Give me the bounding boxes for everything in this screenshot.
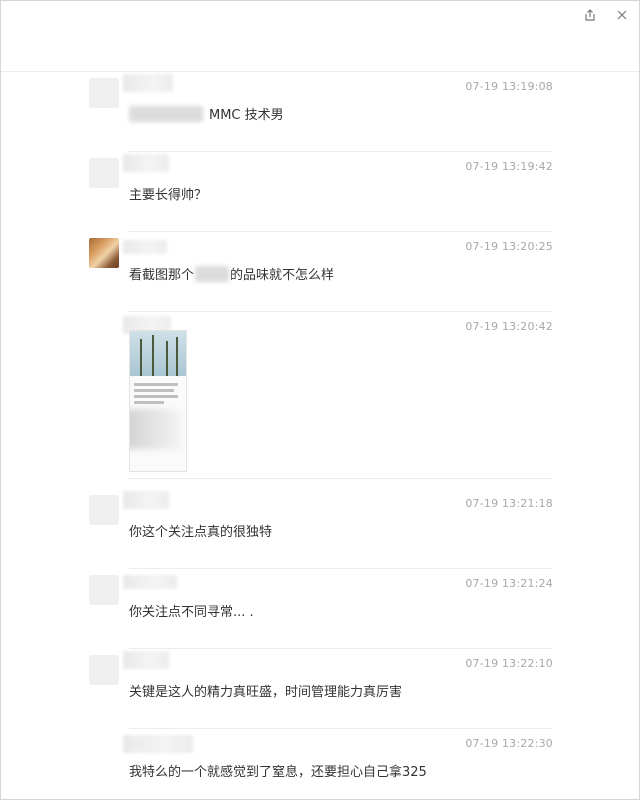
chat-history-window: 07-19 13:19:08 MMC 技术男 07-19 13:19:42 主要… xyxy=(0,0,640,800)
sender-name-redacted xyxy=(123,575,177,589)
sender-name-redacted xyxy=(123,735,193,753)
thumbnail-palm xyxy=(140,339,142,376)
message-item: 07-19 13:21:24 你关注点不同寻常... . xyxy=(1,569,639,649)
message-time: 07-19 13:21:24 xyxy=(465,577,553,590)
message-item: 07-19 13:19:08 MMC 技术男 xyxy=(1,72,639,152)
title-bar xyxy=(1,1,639,72)
thumbnail-palm xyxy=(152,335,154,376)
avatar[interactable] xyxy=(89,575,119,605)
message-text: 你关注点不同寻常... . xyxy=(129,605,254,620)
thumbnail-line xyxy=(134,401,164,404)
thumbnail-redaction xyxy=(130,409,180,449)
thumbnail-palm xyxy=(176,337,178,376)
thumbnail-line xyxy=(134,395,178,398)
share-out-icon[interactable] xyxy=(582,7,598,23)
divider xyxy=(129,478,553,479)
close-icon[interactable] xyxy=(614,7,630,23)
message-text: 看截图那个 的品味就不怎么样 xyxy=(129,264,334,283)
thumbnail-line xyxy=(134,383,178,386)
message-item: 07-19 13:19:42 主要长得帅？ xyxy=(1,152,639,232)
message-time: 07-19 13:20:42 xyxy=(465,320,553,333)
message-time: 07-19 13:22:30 xyxy=(465,737,553,750)
sender-name-redacted xyxy=(123,651,169,669)
sender-name-redacted xyxy=(123,154,169,172)
message-text-part: 看截图那个 xyxy=(129,268,195,283)
message-time: 07-19 13:22:10 xyxy=(465,657,553,670)
message-time: 07-19 13:19:08 xyxy=(465,80,553,93)
message-item: 07-19 13:21:18 你这个关注点真的很独特 xyxy=(1,489,639,569)
avatar[interactable] xyxy=(89,495,119,525)
message-text: 主要长得帅？ xyxy=(129,188,208,203)
thumbnail-line xyxy=(134,389,174,392)
thumbnail-palm xyxy=(166,341,168,376)
message-time: 07-19 13:20:25 xyxy=(465,240,553,253)
message-time: 07-19 13:21:18 xyxy=(465,497,553,510)
avatar[interactable] xyxy=(89,78,119,108)
message-text: MMC 技术男 xyxy=(129,104,284,123)
message-item: 07-19 13:20:42 xyxy=(1,312,639,479)
message-text-part: 的品味就不怎么样 xyxy=(230,268,335,283)
avatar[interactable] xyxy=(89,238,119,268)
message-text: 你这个关注点真的很独特 xyxy=(129,525,273,540)
image-thumbnail[interactable] xyxy=(129,330,187,472)
redacted-text xyxy=(195,265,230,282)
avatar[interactable] xyxy=(89,158,119,188)
message-item: 07-19 13:22:30 我特么的一个就感觉到了窒息，还要担心自己拿325 xyxy=(1,729,639,799)
avatar[interactable] xyxy=(89,655,119,685)
message-text: 关键是这人的精力真旺盛，时间管理能力真厉害 xyxy=(129,685,403,700)
message-text-content: MMC 技术男 xyxy=(209,108,284,123)
message-item: 07-19 13:20:25 看截图那个 的品味就不怎么样 xyxy=(1,232,639,312)
message-item: 07-19 13:22:10 关键是这人的精力真旺盛，时间管理能力真厉害 xyxy=(1,649,639,729)
message-time: 07-19 13:19:42 xyxy=(465,160,553,173)
message-text: 我特么的一个就感觉到了窒息，还要担心自己拿325 xyxy=(129,765,427,780)
redacted-text xyxy=(129,105,203,122)
sender-name-redacted xyxy=(123,491,169,509)
sender-name-redacted xyxy=(123,240,167,254)
sender-name-redacted xyxy=(123,74,173,92)
